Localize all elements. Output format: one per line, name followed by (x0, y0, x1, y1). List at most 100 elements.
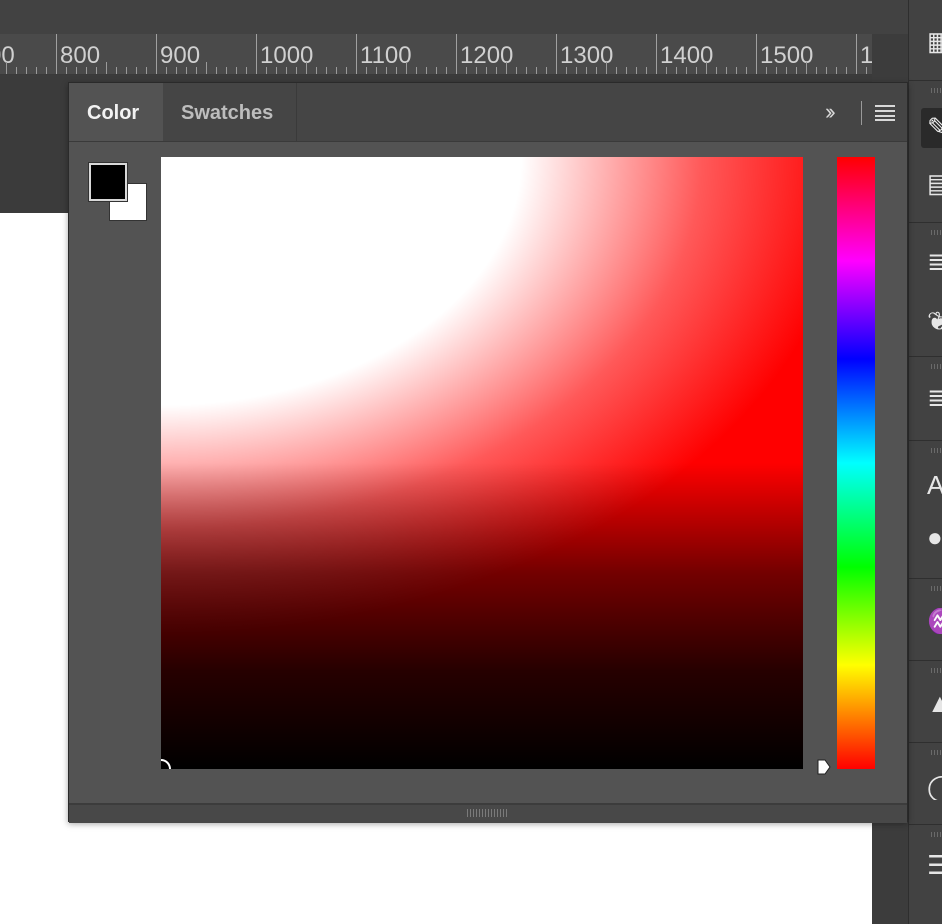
ruler-major-tick (556, 34, 557, 74)
ruler-minor-tick (706, 62, 707, 74)
ruler-minor-tick (436, 67, 437, 74)
ruler-major-tick (256, 34, 257, 74)
ruler-minor-tick (216, 67, 217, 74)
ruler-minor-tick (596, 67, 597, 74)
ruler-minor-tick (806, 62, 807, 74)
color-panel: Color Swatches ›› (68, 82, 908, 823)
paint-brush-icon[interactable]: ✎ (921, 108, 942, 148)
ruler-minor-tick (506, 62, 507, 74)
properties-icon[interactable]: ≣ (927, 248, 942, 274)
hamburger-menu-icon[interactable] (875, 105, 895, 121)
panel-resize-footer[interactable] (69, 803, 907, 823)
tab-color[interactable]: Color (69, 83, 163, 141)
ruler-minor-tick (786, 67, 787, 74)
ruler-minor-tick (776, 67, 777, 74)
ruler-minor-tick (26, 67, 27, 74)
ruler-minor-tick (316, 67, 317, 74)
saturation-brightness-field[interactable] (161, 157, 803, 769)
ruler-minor-tick (236, 67, 237, 74)
ruler-minor-tick (836, 67, 837, 74)
brush-settings-icon[interactable]: ❦ (927, 308, 942, 334)
ruler-minor-tick (226, 67, 227, 74)
panel-dock: ▦ ✎ ▤ ≣ ❦ ≣ A ● ♒ ▲ ◯ ☰ (908, 0, 942, 924)
ruler-minor-tick (346, 67, 347, 74)
ruler-minor-tick (386, 67, 387, 74)
ruler-minor-tick (276, 67, 277, 74)
tab-swatches[interactable]: Swatches (163, 83, 297, 141)
horizontal-ruler[interactable]: 008009001000110012001300140015001 (0, 34, 872, 75)
ruler-minor-tick (526, 67, 527, 74)
ruler-minor-tick (246, 67, 247, 74)
ruler-minor-tick (546, 67, 547, 74)
ruler-minor-tick (136, 67, 137, 74)
tab-bar-divider (861, 101, 862, 125)
ruler-major-tick (756, 34, 757, 74)
ruler-major-tick (56, 34, 57, 74)
ruler-minor-tick (716, 67, 717, 74)
ruler-minor-tick (576, 67, 577, 74)
resize-grip[interactable] (467, 809, 507, 817)
hue-slider[interactable] (837, 157, 875, 769)
ruler-minor-tick (116, 67, 117, 74)
ruler-minor-tick (736, 67, 737, 74)
ruler-minor-tick (176, 67, 177, 74)
hue-slider-thumb[interactable] (817, 759, 831, 775)
foreground-color-swatch[interactable] (89, 163, 127, 201)
ruler-minor-tick (796, 67, 797, 74)
ruler-major-tick (356, 34, 357, 74)
ruler-minor-tick (676, 67, 677, 74)
ruler-minor-tick (666, 67, 667, 74)
ruler-minor-tick (616, 67, 617, 74)
ruler-minor-tick (536, 67, 537, 74)
ruler-minor-tick (696, 67, 697, 74)
ruler-major-tick (156, 34, 157, 74)
ruler-minor-tick (186, 67, 187, 74)
ruler-minor-tick (496, 67, 497, 74)
ruler-minor-tick (376, 67, 377, 74)
navigator-icon[interactable]: ◯ (927, 774, 942, 800)
ruler-minor-tick (606, 62, 607, 74)
ruler-minor-tick (266, 67, 267, 74)
ruler-minor-tick (426, 67, 427, 74)
ruler-minor-tick (406, 62, 407, 74)
ruler-minor-tick (726, 67, 727, 74)
ruler-label: 900 (160, 42, 201, 69)
ruler-minor-tick (326, 67, 327, 74)
ruler-minor-tick (366, 67, 367, 74)
panels-grid-icon[interactable]: ▦ (927, 28, 942, 54)
libraries-icon[interactable]: ▤ (927, 170, 942, 196)
adjustments-icon[interactable]: ♒ (927, 608, 942, 634)
panel-tab-bar: Color Swatches ›› (69, 83, 907, 142)
ruler-minor-tick (586, 67, 587, 74)
ruler-minor-tick (106, 62, 107, 74)
ruler-minor-tick (336, 67, 337, 74)
ruler-minor-tick (126, 67, 127, 74)
ruler-minor-tick (76, 67, 77, 74)
ruler-minor-tick (206, 62, 207, 74)
clone-source-icon[interactable]: ● (927, 524, 942, 550)
ruler-minor-tick (466, 67, 467, 74)
ruler-minor-tick (6, 62, 7, 74)
color-picker-ring[interactable] (161, 759, 171, 769)
ruler-minor-tick (626, 67, 627, 74)
ruler-major-tick (856, 34, 857, 74)
ruler-major-tick (656, 34, 657, 74)
ruler-minor-tick (516, 67, 517, 74)
character-icon[interactable]: A (927, 472, 942, 498)
double-chevron-right-icon[interactable]: ›› (825, 100, 849, 124)
ruler-minor-tick (646, 67, 647, 74)
paragraph-styles-icon[interactable]: ≣ (927, 384, 942, 410)
ruler-label: 1 (860, 42, 872, 70)
layers-icon[interactable]: ☰ (927, 852, 942, 878)
ruler-minor-tick (396, 67, 397, 74)
ruler-minor-tick (446, 67, 447, 74)
ruler-minor-tick (36, 67, 37, 74)
ruler-minor-tick (636, 67, 637, 74)
ruler-minor-tick (146, 67, 147, 74)
ruler-minor-tick (196, 67, 197, 74)
ruler-minor-tick (306, 62, 307, 74)
ruler-minor-tick (866, 67, 867, 74)
ruler-minor-tick (476, 67, 477, 74)
ruler-minor-tick (86, 67, 87, 74)
shapes-icon[interactable]: ▲ (927, 690, 942, 716)
